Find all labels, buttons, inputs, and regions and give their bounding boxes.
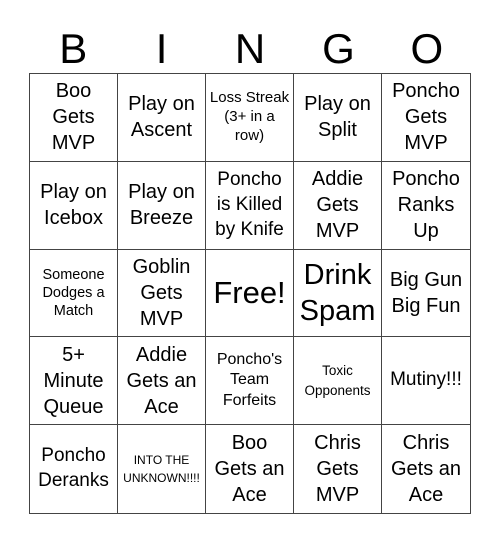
header-letter-i: I: [155, 25, 168, 72]
bingo-cell[interactable]: Loss Streak (3+ in a row): [206, 74, 294, 162]
bingo-cell[interactable]: 5+ Minute Queue: [30, 337, 118, 426]
bingo-cell[interactable]: Toxic Opponents: [294, 337, 382, 426]
header-letter-n: N: [234, 25, 266, 72]
bingo-cell[interactable]: Poncho Ranks Up: [382, 162, 470, 250]
bingo-grid: Boo Gets MVP Play on Ascent Loss Streak …: [29, 73, 471, 514]
bingo-cell[interactable]: Play on Ascent: [118, 74, 206, 162]
bingo-cell[interactable]: Someone Dodges a Match: [30, 249, 118, 338]
header-letter-g: G: [322, 25, 355, 72]
bingo-cell[interactable]: Mutiny!!!: [382, 337, 470, 426]
bingo-cell[interactable]: Addie Gets MVP: [294, 161, 382, 250]
bingo-cell[interactable]: Boo Gets an Ace: [206, 425, 294, 513]
bingo-cell[interactable]: Poncho's Team Forfeits: [206, 337, 294, 426]
bingo-cell[interactable]: Play on Split: [294, 74, 382, 162]
header-letter-b: B: [59, 25, 88, 72]
bingo-cell[interactable]: Chris Gets MVP: [294, 425, 382, 513]
bingo-cell[interactable]: Poncho is Killed by Knife: [206, 161, 294, 250]
bingo-cell[interactable]: Boo Gets MVP: [30, 74, 118, 162]
bingo-cell[interactable]: Chris Gets an Ace: [382, 425, 470, 513]
bingo-cell[interactable]: Poncho Gets MVP: [382, 74, 470, 162]
bingo-cell[interactable]: Poncho Deranks: [30, 425, 118, 513]
bingo-cell[interactable]: Addie Gets an Ace: [118, 337, 206, 426]
bingo-cell[interactable]: Drink Spam: [294, 249, 382, 338]
free-space-cell[interactable]: Free!: [206, 249, 294, 338]
bingo-cell[interactable]: Goblin Gets MVP: [118, 249, 206, 338]
bingo-cell[interactable]: Play on Breeze: [118, 161, 206, 250]
header-letter-o: O: [410, 25, 444, 72]
bingo-header: B I N G O: [29, 24, 471, 74]
bingo-cell[interactable]: INTO THE UNKNOWN!!!!: [118, 425, 206, 513]
bingo-cell[interactable]: Play on Icebox: [30, 161, 118, 250]
bingo-cell[interactable]: Big Gun Big Fun: [382, 250, 470, 338]
